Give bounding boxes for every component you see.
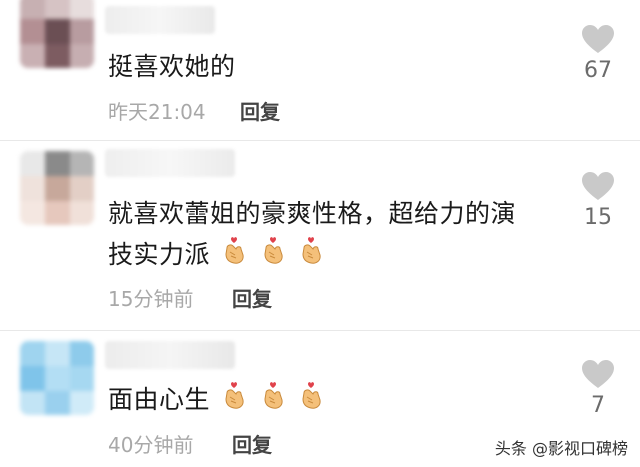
reply-button[interactable]: 回复 — [232, 429, 272, 458]
watermark: 头条 @影视口碑榜 — [494, 439, 628, 458]
comment-item: 就喜欢蕾姐的豪爽性格，超给力的演 技实力派 15分钟前 回复 15 — [0, 141, 640, 332]
finger-heart-emoji — [261, 235, 287, 277]
like-button[interactable]: 67 — [578, 24, 618, 83]
comment-text: 面由心生 — [108, 379, 540, 422]
comment-time: 40分钟前 — [108, 433, 194, 457]
username[interactable] — [105, 6, 215, 34]
finger-heart-emoji — [299, 235, 325, 277]
like-count: 67 — [584, 58, 612, 83]
avatar[interactable] — [20, 0, 94, 68]
finger-heart-emoji — [261, 380, 287, 422]
like-button[interactable]: 15 — [578, 171, 618, 230]
username[interactable] — [105, 341, 235, 369]
avatar[interactable] — [20, 151, 94, 225]
heart-icon — [582, 360, 614, 388]
finger-heart-emoji — [222, 380, 248, 422]
comment-item: 挺喜欢她的 昨天21:04 回复 67 — [0, 0, 640, 140]
comment-text: 就喜欢蕾姐的豪爽性格，超给力的演 技实力派 — [108, 193, 540, 277]
like-count: 15 — [584, 205, 612, 230]
heart-icon — [582, 172, 614, 200]
comment-text: 挺喜欢她的 — [108, 52, 236, 81]
comment-time: 昨天21:04 — [108, 100, 206, 124]
like-count: 7 — [591, 393, 605, 418]
heart-icon — [582, 25, 614, 53]
like-button[interactable]: 7 — [578, 359, 618, 418]
reply-button[interactable]: 回复 — [232, 283, 272, 312]
finger-heart-emoji — [299, 380, 325, 422]
avatar[interactable] — [20, 341, 94, 415]
username[interactable] — [105, 149, 235, 177]
comment-time: 15分钟前 — [108, 287, 194, 311]
finger-heart-emoji — [222, 235, 248, 277]
reply-button[interactable]: 回复 — [240, 96, 280, 125]
